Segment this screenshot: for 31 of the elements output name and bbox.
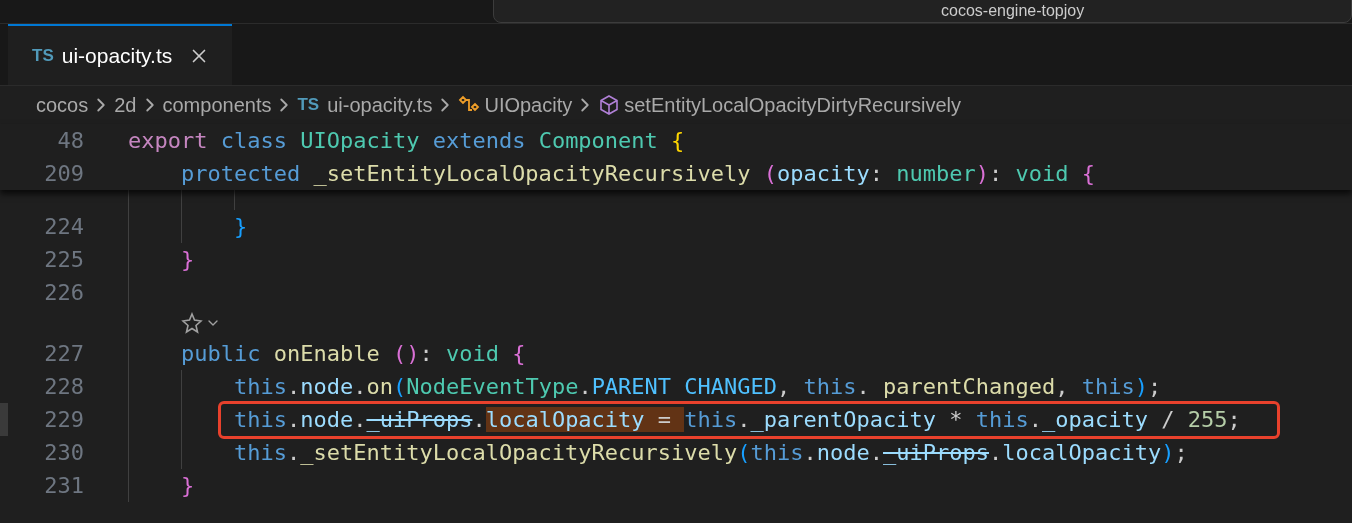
breadcrumb-item[interactable]: components	[162, 90, 272, 120]
breadcrumb-item[interactable]: ui-opacity.ts	[327, 90, 433, 120]
line-number: 228	[43, 373, 84, 401]
code-line: }	[179, 472, 195, 500]
breadcrumb-item[interactable]: setEntityLocalOpacityDirtyRecursively	[624, 90, 962, 120]
line-number: 229	[43, 406, 84, 434]
file-type-label: TS	[32, 44, 54, 67]
file-type-label: TS	[297, 94, 320, 117]
line-number: 209	[43, 160, 84, 188]
code-line: this.node.on(NodeEventType.PARENT CHANGED, this. parentChanged, this);	[232, 373, 1162, 401]
search-field[interactable]: cocos-engine-topjoy	[493, 0, 1352, 23]
editor-tab[interactable]: TS ui-opacity.ts	[8, 24, 232, 85]
line-number: 225	[43, 246, 84, 274]
code-line: export class UIOpacity extends Component {	[128, 127, 685, 155]
breadcrumb-item[interactable]: cocos	[36, 90, 89, 120]
code-line: protected _setEntityLocalOpacityRecursively (opacity: number): void {	[179, 160, 1095, 188]
cube-icon	[598, 94, 621, 116]
line-number: 224	[43, 213, 84, 241]
sparkle-icon[interactable]	[181, 312, 203, 334]
code-line: }	[232, 213, 248, 241]
tab-label: ui-opacity.ts	[61, 42, 173, 69]
code-line: public onEnable (): void {	[179, 340, 526, 368]
breadcrumb-item[interactable]: UIOpacity	[484, 90, 573, 120]
line-number: 48	[56, 127, 84, 155]
line-number: 231	[43, 472, 84, 500]
breadcrumb-item[interactable]: 2d	[114, 90, 137, 120]
code-line: this._setEntityLocalOpacityRecursively(this.node._uiProps.localOpacity);	[232, 439, 1188, 467]
line-number: 227	[43, 340, 84, 368]
line-number: 230	[43, 439, 84, 467]
line-number: 226	[43, 279, 84, 307]
code-line: }	[179, 246, 195, 274]
